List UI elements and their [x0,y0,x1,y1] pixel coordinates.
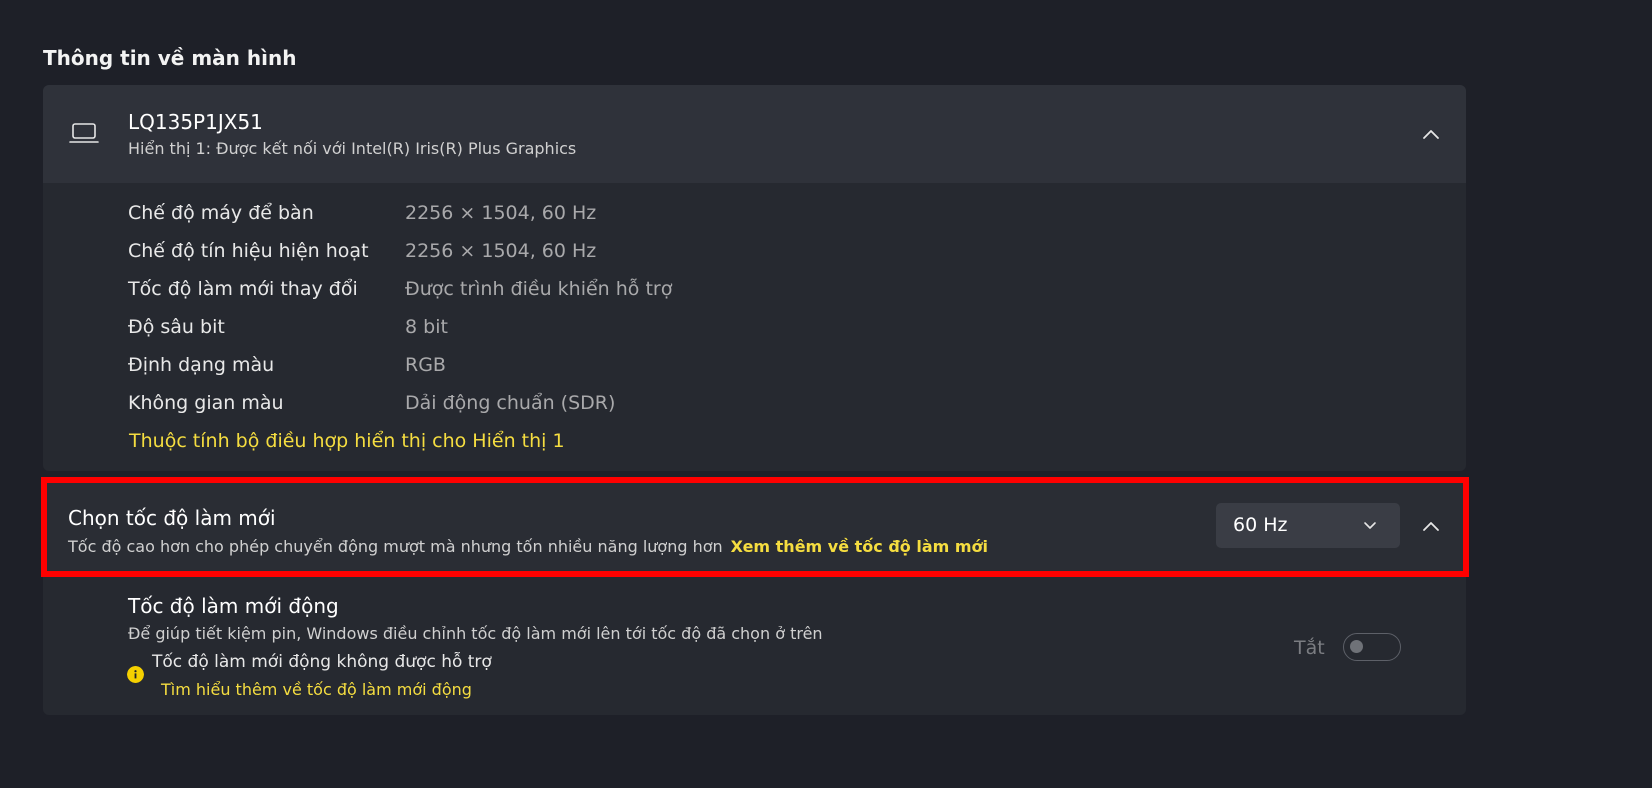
refresh-rate-learn-link[interactable]: Xem thêm về tốc độ làm mới [731,537,988,556]
detail-label-bit-depth: Độ sâu bit [128,316,225,338]
detail-label-desktop-mode: Chế độ máy để bàn [128,202,314,224]
refresh-rate-title: Chọn tốc độ làm mới [68,506,276,530]
chevron-up-icon[interactable] [1421,125,1441,145]
dynamic-refresh-card: Tốc độ làm mới động Để giúp tiết kiệm pi… [43,577,1466,715]
display-settings-page: Thông tin về màn hình LQ135P1JX51 Hiển t… [0,0,1652,788]
detail-label-color-format: Định dạng màu [128,354,275,376]
refresh-rate-description: Tốc độ cao hơn cho phép chuyển động mượt… [68,537,723,556]
detail-value-variable-refresh: Được trình điều khiển hỗ trợ [405,278,673,300]
chevron-up-icon[interactable] [1421,517,1441,537]
detail-label-variable-refresh: Tốc độ làm mới thay đổi [128,278,358,300]
detail-value-color-space: Dải động chuẩn (SDR) [405,392,616,414]
detail-label-color-space: Không gian màu [128,392,284,414]
refresh-rate-description-line: Tốc độ cao hơn cho phép chuyển động mượt… [68,537,988,556]
dynamic-refresh-description: Để giúp tiết kiệm pin, Windows điều chỉn… [128,624,823,643]
display-subtitle: Hiển thị 1: Được kết nối với Intel(R) Ir… [128,139,577,158]
dynamic-refresh-toggle[interactable] [1343,633,1401,661]
info-icon [127,666,144,683]
dynamic-refresh-warning: Tốc độ làm mới động không được hỗ trợ [152,652,492,672]
toggle-knob [1350,640,1363,653]
chevron-down-icon [1364,522,1376,529]
section-title: Thông tin về màn hình [43,46,297,70]
display-header[interactable]: LQ135P1JX51 Hiển thị 1: Được kết nối với… [43,85,1466,183]
detail-label-active-signal: Chế độ tín hiệu hiện hoạt [128,240,369,262]
adapter-properties-link[interactable]: Thuộc tính bộ điều hợp hiển thị cho Hiển… [129,430,565,452]
detail-value-bit-depth: 8 bit [405,316,448,338]
detail-value-desktop-mode: 2256 × 1504, 60 Hz [405,202,597,224]
dynamic-refresh-learn-link[interactable]: Tìm hiểu thêm về tốc độ làm mới động [161,680,472,699]
toggle-state-label: Tắt [1294,637,1325,659]
detail-value-active-signal: 2256 × 1504, 60 Hz [405,240,597,262]
detail-value-color-format: RGB [405,354,446,376]
dynamic-refresh-title: Tốc độ làm mới động [128,594,339,618]
display-name: LQ135P1JX51 [128,110,263,134]
refresh-rate-dropdown[interactable]: 60 Hz [1216,503,1400,548]
refresh-rate-row: Chọn tốc độ làm mới Tốc độ cao hơn cho p… [41,477,1469,577]
display-info-card: LQ135P1JX51 Hiển thị 1: Được kết nối với… [43,85,1466,471]
laptop-icon [69,123,99,143]
refresh-rate-selected-value: 60 Hz [1233,514,1288,536]
